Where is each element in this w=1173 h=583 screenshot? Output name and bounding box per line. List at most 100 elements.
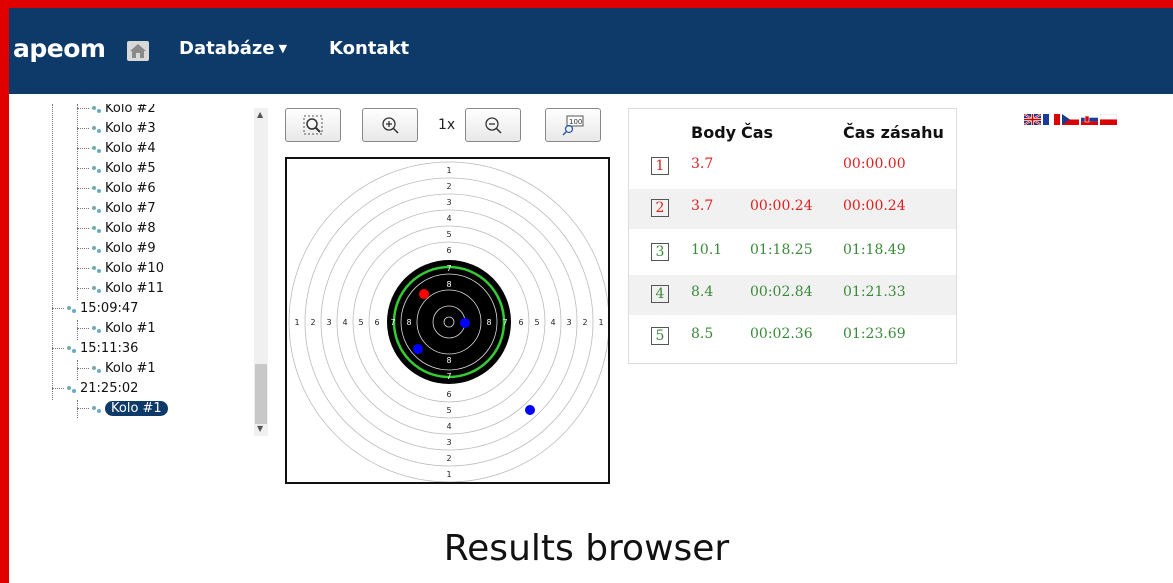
shot-marker[interactable] — [525, 405, 535, 415]
tree-session[interactable]: 15:09:47 — [52, 300, 138, 318]
cell-cas: 01:18.25 — [750, 242, 813, 258]
tree-item[interactable]: Kolo #1 — [77, 360, 156, 378]
tree-item-label: Kolo #1 — [105, 321, 156, 336]
tree-item[interactable]: Kolo #8 — [77, 220, 156, 238]
ring-number: 1 — [598, 318, 603, 327]
tree-item[interactable]: Kolo #2 — [77, 104, 156, 118]
ring-number: 1 — [294, 318, 299, 327]
tree-item[interactable]: Kolo #6 — [77, 180, 156, 198]
ring-number: 7 — [390, 318, 395, 327]
tree-item-label: Kolo #11 — [105, 281, 164, 296]
session-node-icon — [67, 385, 76, 393]
zoom-out-button[interactable] — [465, 108, 521, 142]
round-node-icon — [92, 325, 101, 333]
ring-number: 1 — [446, 470, 451, 479]
ring-number: 2 — [582, 318, 587, 327]
nav-databaze-menu[interactable]: Databáze ▼ — [179, 38, 287, 59]
flag-uk-icon[interactable] — [1024, 114, 1041, 125]
flag-sk-icon[interactable] — [1081, 114, 1098, 125]
round-node-icon — [92, 125, 101, 133]
ring-number: 5 — [358, 318, 363, 327]
shooting-target: 1 2 3 4 5 6 7 8 8 7 6 5 4 3 2 1 1 2 3 4 … — [288, 161, 610, 483]
tree-item[interactable]: Kolo #10 — [77, 260, 164, 278]
round-node-icon — [92, 105, 101, 113]
red-frame-top — [0, 0, 1173, 8]
svg-text:100: 100 — [569, 118, 582, 126]
nav-kontakt[interactable]: Kontakt — [329, 38, 409, 59]
tree-item-label: Kolo #7 — [105, 201, 156, 216]
ring-number: 4 — [446, 214, 451, 223]
cell-cas-zasahu: 00:00.00 — [843, 156, 906, 172]
ring-number: 2 — [446, 182, 451, 191]
ring-number: 6 — [374, 318, 379, 327]
shot-marker[interactable] — [460, 318, 470, 328]
round-node-icon — [92, 245, 101, 253]
tree-item[interactable]: Kolo #1 — [77, 320, 156, 338]
flag-fr-icon[interactable] — [1043, 114, 1060, 125]
tree-item-label: Kolo #9 — [105, 241, 156, 256]
zoom-100-button[interactable]: 100 — [545, 108, 601, 142]
cell-cas-zasahu: 01:21.33 — [843, 284, 906, 300]
flag-cz-icon[interactable] — [1062, 114, 1079, 125]
table-row[interactable]: 2 3.7 00:00.24 00:00.24 — [629, 189, 956, 229]
round-node-icon — [92, 285, 101, 293]
ring-number: 3 — [566, 318, 571, 327]
target-panel[interactable]: 1 2 3 4 5 6 7 8 8 7 6 5 4 3 2 1 1 2 3 4 … — [285, 157, 610, 484]
round-node-icon — [92, 225, 101, 233]
tree-session[interactable]: 21:25:02 — [52, 380, 138, 398]
round-node-icon — [92, 205, 101, 213]
tree-session-label: 15:09:47 — [80, 301, 139, 316]
table-row[interactable]: 5 8.5 00:02.36 01:23.69 — [629, 317, 956, 357]
tree-item-selected[interactable]: Kolo #1 — [77, 400, 168, 418]
table-row[interactable]: 3 10.1 01:18.25 01:18.49 — [629, 233, 956, 273]
tree-item-label: Kolo #4 — [105, 141, 156, 156]
cell-body: 8.5 — [691, 326, 714, 342]
scrollbar-thumb[interactable] — [255, 364, 267, 424]
shot-marker[interactable] — [419, 289, 429, 299]
tree-item-label: Kolo #6 — [105, 181, 156, 196]
flag-pl-icon[interactable] — [1100, 114, 1117, 125]
tree-item-label: Kolo #1 — [105, 401, 168, 416]
tree-item[interactable]: Kolo #3 — [77, 120, 156, 138]
tree-item-label: Kolo #3 — [105, 121, 156, 136]
home-icon[interactable] — [127, 41, 149, 61]
logo[interactable]: apeom — [13, 34, 106, 63]
shot-number-badge: 3 — [651, 243, 669, 261]
caret-down-icon: ▼ — [278, 42, 288, 55]
page-caption: Results browser — [443, 528, 730, 569]
zoom-in-button[interactable] — [362, 108, 418, 142]
tree-scrollbar[interactable]: ▲ ▼ — [254, 108, 268, 436]
tree-item[interactable]: Kolo #11 — [77, 280, 164, 298]
tree-item[interactable]: Kolo #7 — [77, 200, 156, 218]
tree-item[interactable]: Kolo #5 — [77, 160, 156, 178]
tree-session-label: 21:25:02 — [80, 381, 139, 396]
ring-number: 2 — [310, 318, 315, 327]
ring-number: 3 — [446, 198, 451, 207]
cell-body: 8.4 — [691, 284, 714, 300]
tree-item[interactable]: Kolo #9 — [77, 240, 156, 258]
zoom-fit-button[interactable] — [285, 108, 341, 142]
ring-number: 1 — [446, 166, 451, 175]
tree-item[interactable]: Kolo #4 — [77, 140, 156, 158]
red-frame-left — [0, 0, 9, 583]
round-node-icon — [92, 405, 101, 413]
cell-cas-zasahu: 01:23.69 — [843, 326, 906, 342]
shot-marker[interactable] — [413, 344, 423, 354]
ring-number: 6 — [518, 318, 523, 327]
ring-number: 8 — [446, 280, 451, 289]
zoom-level: 1x — [438, 117, 456, 133]
language-flags — [1024, 114, 1117, 125]
tree-item-label: Kolo #8 — [105, 221, 156, 236]
ring-number: 4 — [550, 318, 555, 327]
table-row[interactable]: 4 8.4 00:02.84 01:21.33 — [629, 275, 956, 315]
cell-cas-zasahu: 01:18.49 — [843, 242, 906, 258]
scroll-up-arrow-icon[interactable]: ▲ — [257, 110, 263, 119]
tree-item-label: Kolo #1 — [105, 361, 156, 376]
scroll-down-arrow-icon[interactable]: ▼ — [257, 424, 263, 433]
ring-number: 7 — [446, 372, 451, 381]
table-row[interactable]: 1 3.7 00:00.00 — [629, 147, 956, 187]
results-table: Body Čas Čas zásahu 1 3.7 00:00.00 2 3.7… — [628, 108, 957, 364]
round-node-icon — [92, 185, 101, 193]
cell-cas-zasahu: 00:00.24 — [843, 198, 906, 214]
tree-session[interactable]: 15:11:36 — [52, 340, 138, 358]
